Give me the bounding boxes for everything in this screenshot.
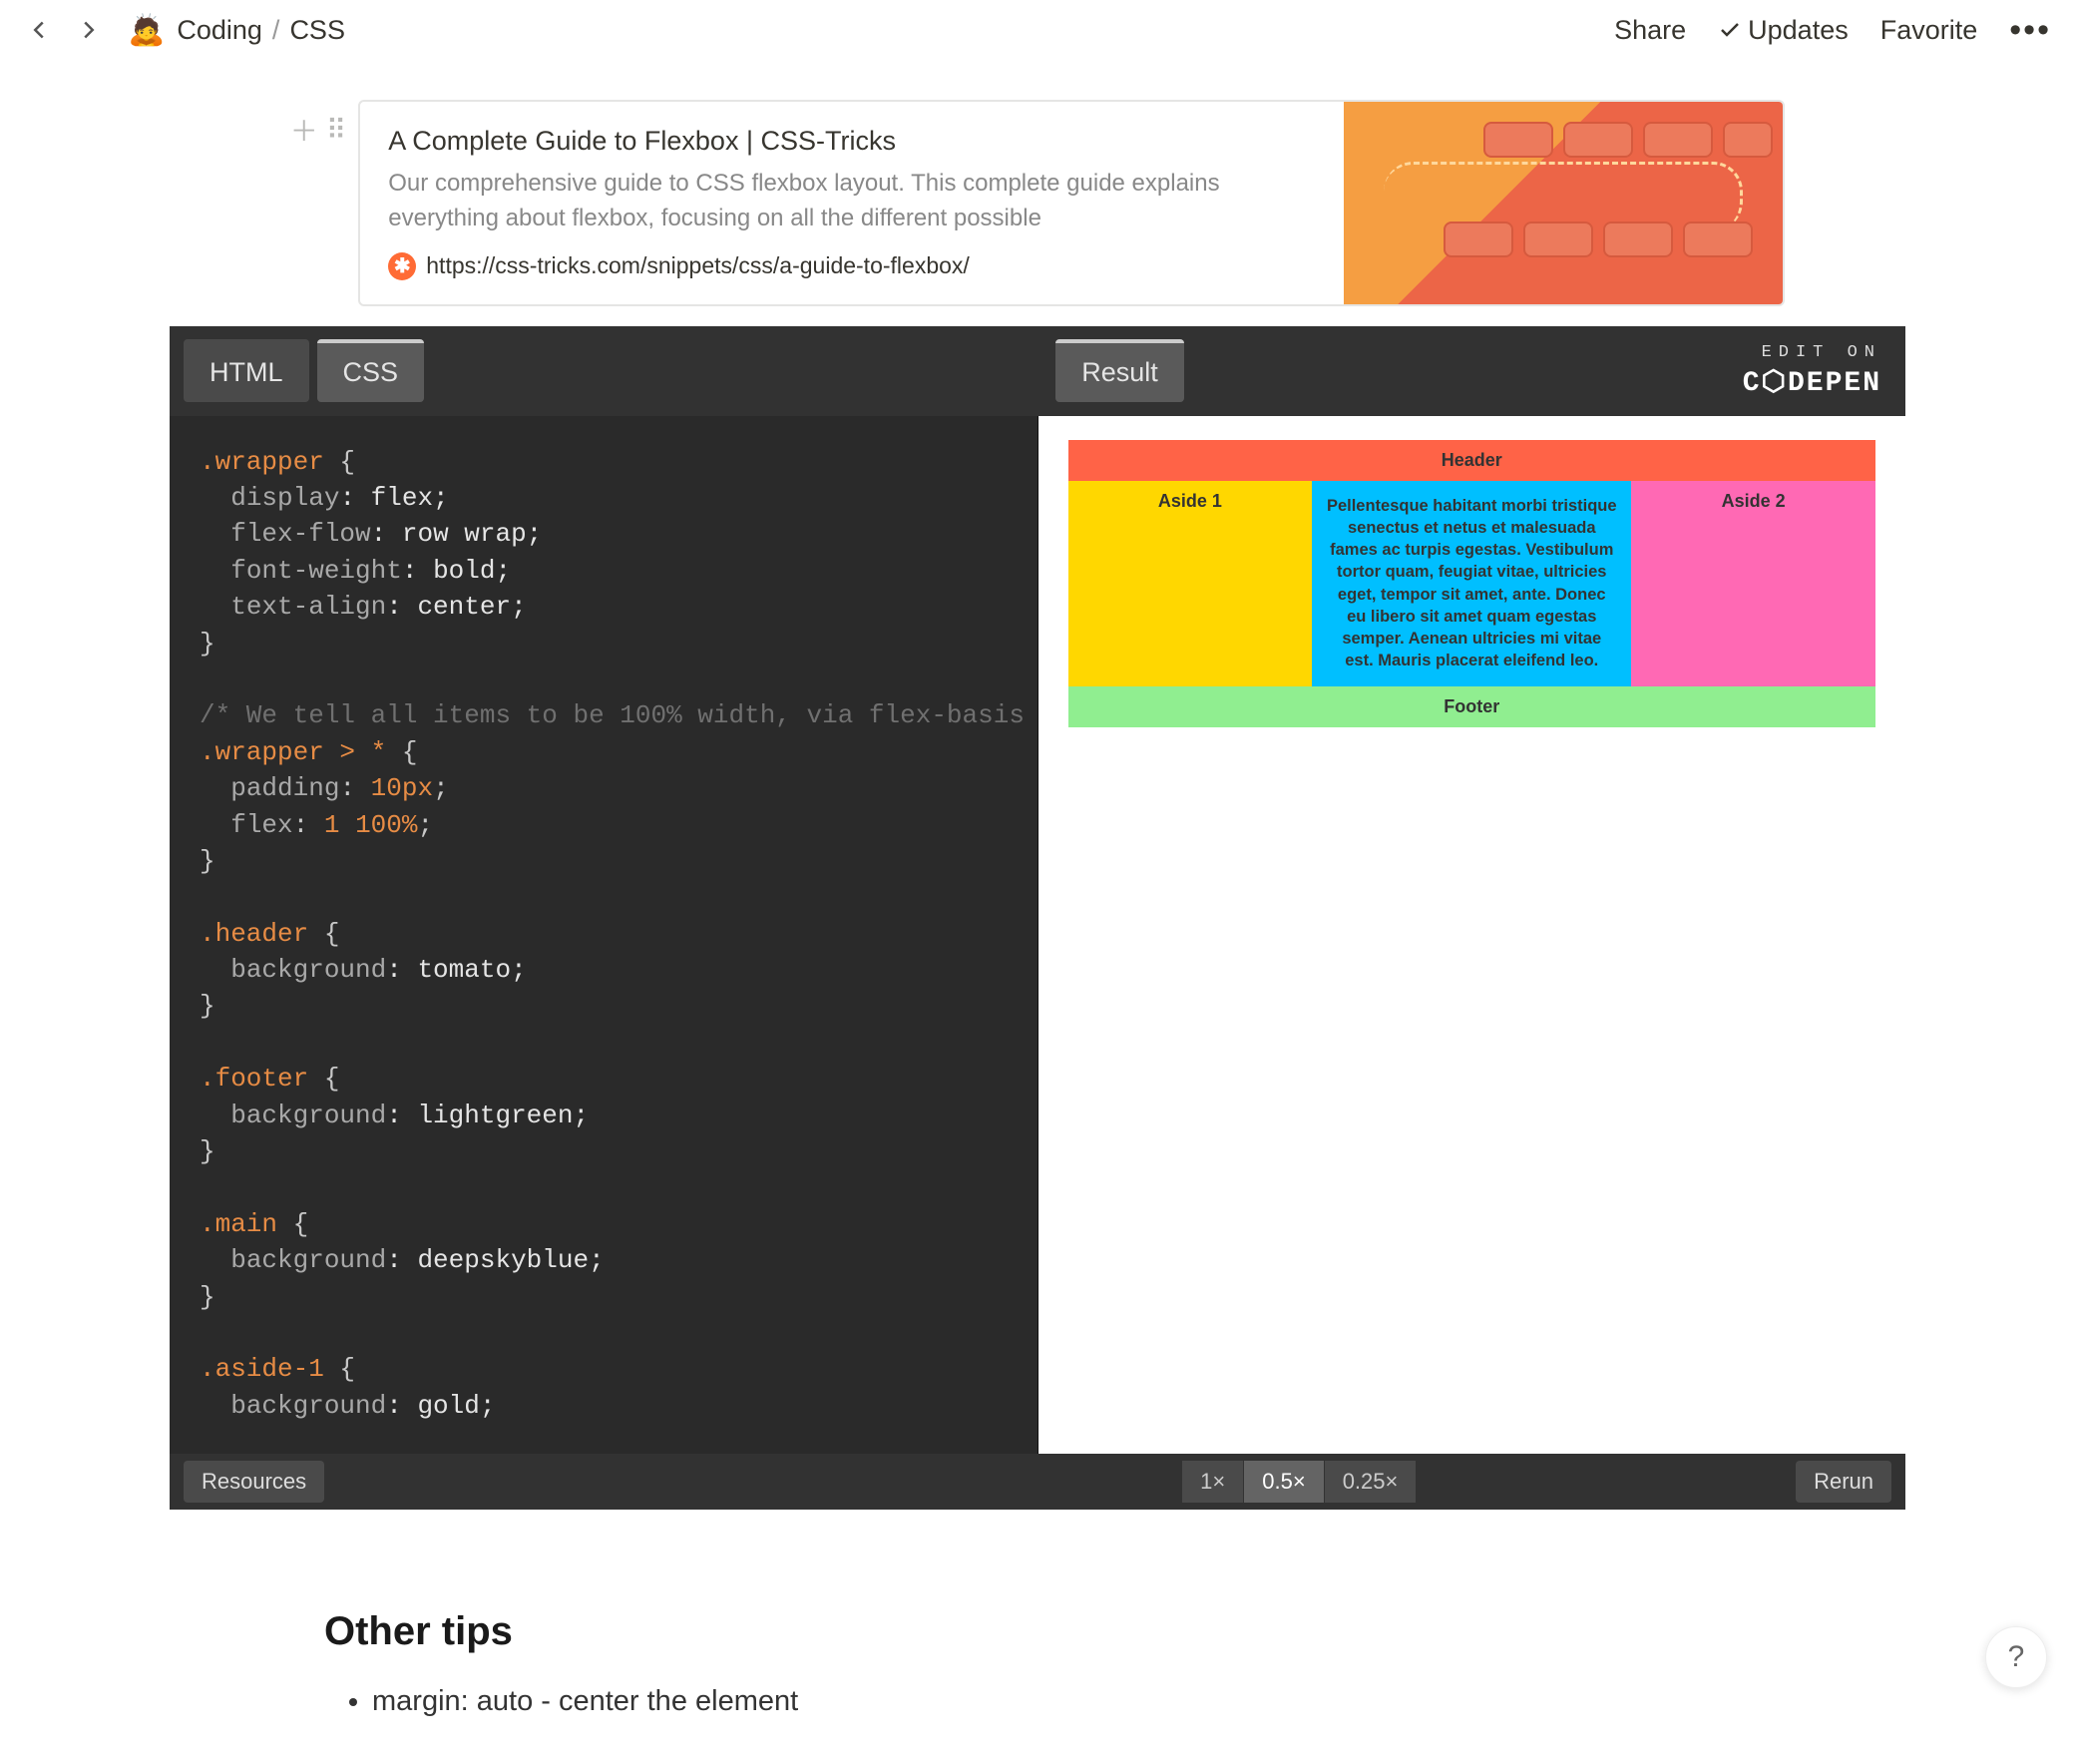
zoom-05x-button[interactable]: 0.5× [1243,1461,1323,1503]
codepen-embed: HTML CSS Result EDIT ON C⬡DEPEN .wrapper… [170,326,1905,1510]
codepen-footer: Resources 1× 0.5× 0.25× Rerun [170,1454,1905,1510]
codepen-tab-html[interactable]: HTML [184,339,309,402]
topbar-actions: Share Updates Favorite ••• [1614,11,2051,50]
codepen-header: HTML CSS Result EDIT ON C⬡DEPEN [170,326,1905,416]
codepen-zoom-group: 1× 0.5× 0.25× [1182,1461,1416,1503]
bookmark-body: A Complete Guide to Flexbox | CSS-Tricks… [360,102,1344,304]
codepen-rerun-button[interactable]: Rerun [1796,1461,1891,1503]
demo-aside-2: Aside 2 [1631,481,1875,686]
other-tips-heading: Other tips [324,1609,1751,1654]
bookmark-title: A Complete Guide to Flexbox | CSS-Tricks [388,126,1316,157]
codepen-tab-css[interactable]: CSS [317,339,425,402]
bookmark-url-row: ✱ https://css-tricks.com/snippets/css/a-… [388,252,1316,280]
demo-footer: Footer [1068,686,1876,727]
updates-label: Updates [1748,15,1849,46]
forward-button[interactable] [74,15,104,45]
demo-aside-1: Aside 1 [1068,481,1313,686]
breadcrumb-current[interactable]: CSS [289,15,345,46]
bookmark-card[interactable]: A Complete Guide to Flexbox | CSS-Tricks… [358,100,1785,306]
favorite-button[interactable]: Favorite [1880,15,1978,46]
codepen-brand-top: EDIT ON [1743,343,1881,362]
codepen-brand[interactable]: EDIT ON C⬡DEPEN [1743,343,1881,399]
breadcrumb-separator: / [272,15,280,46]
breadcrumb-parent[interactable]: Coding [177,15,262,46]
add-block-button[interactable]: ＋ [290,110,318,150]
bookmark-url: https://css-tricks.com/snippets/css/a-gu… [426,252,970,279]
codepen-result-pane: Header Aside 1 Pellentesque habitant mor… [1038,416,1906,1454]
zoom-1x-button[interactable]: 1× [1182,1461,1243,1503]
updates-button[interactable]: Updates [1718,15,1849,46]
share-button[interactable]: Share [1614,15,1686,46]
bookmark-favicon: ✱ [388,252,416,280]
demo-header: Header [1068,440,1876,481]
tip-item: margin: auto - center the element [372,1678,1751,1724]
bookmark-thumbnail [1344,102,1783,304]
codepen-tab-result[interactable]: Result [1055,339,1184,402]
page-icon: 🙇 [128,13,165,48]
zoom-025x-button[interactable]: 0.25× [1324,1461,1417,1503]
block-handles: ＋ ⠿ [290,100,347,150]
codepen-brand-bottom: C⬡DEPEN [1743,364,1881,399]
drag-handle[interactable]: ⠿ [326,114,347,147]
demo-main: Pellentesque habitant morbi tristique se… [1312,481,1631,686]
more-button[interactable]: ••• [2009,11,2051,50]
bookmark-description: Our comprehensive guide to CSS flexbox l… [388,167,1316,236]
nav-arrows [24,15,104,45]
other-tips-section: Other tips margin: auto - center the ele… [324,1609,1751,1724]
help-button[interactable]: ? [1985,1626,2047,1688]
codepen-code-pane[interactable]: .wrapper { display: flex; flex-flow: row… [170,416,1038,1454]
codepen-resources-button[interactable]: Resources [184,1461,324,1503]
back-button[interactable] [24,15,54,45]
topbar: 🙇 Coding / CSS Share Updates Favorite ••… [0,0,2075,60]
